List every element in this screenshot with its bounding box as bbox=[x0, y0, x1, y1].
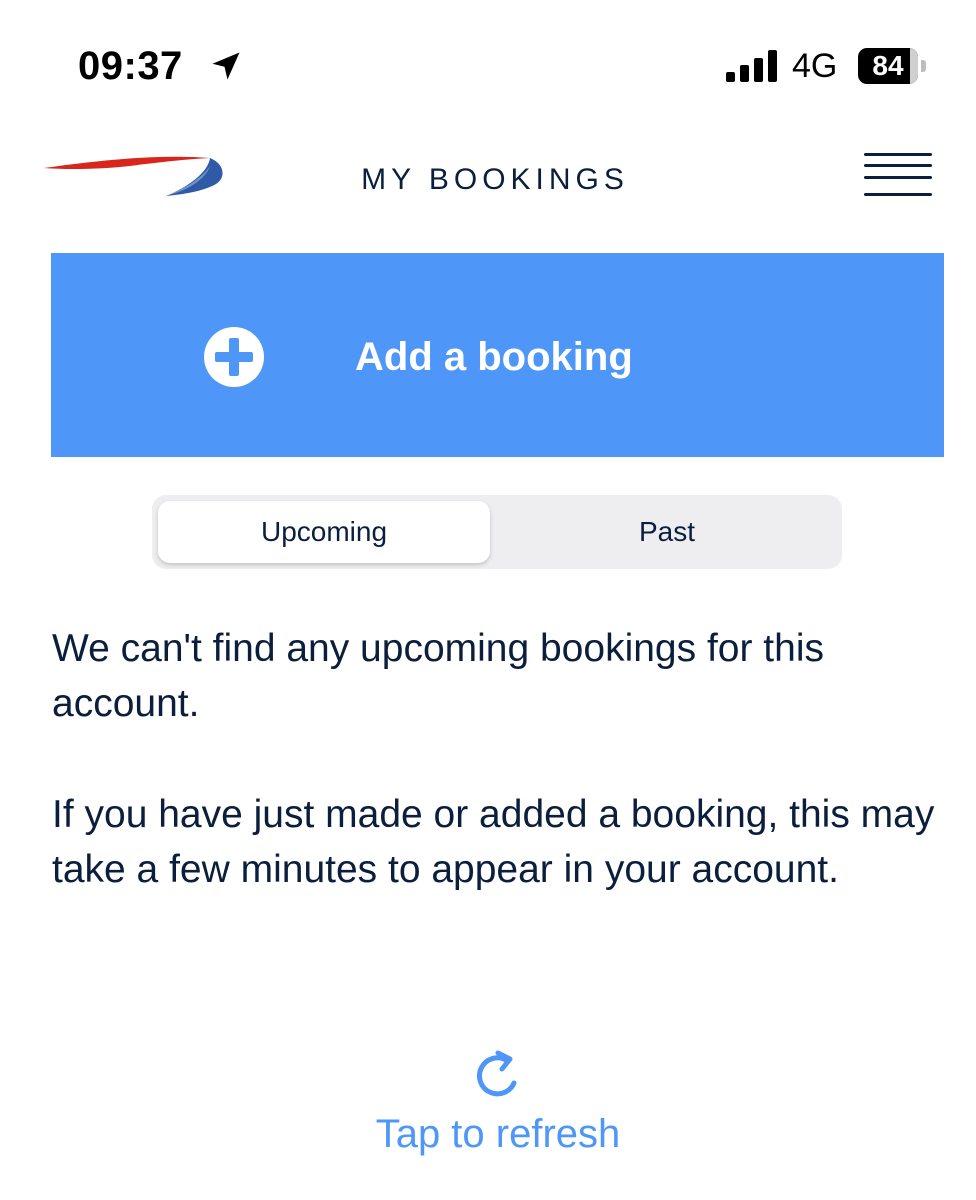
bookings-segmented-control: Upcoming Past bbox=[152, 495, 842, 569]
status-time: 09:37 bbox=[78, 44, 183, 88]
refresh-icon bbox=[477, 1050, 517, 1097]
battery-level: 84 bbox=[872, 50, 904, 81]
app-header: MY BOOKINGS bbox=[0, 140, 976, 220]
battery-indicator: 84 bbox=[858, 48, 928, 84]
refresh-button[interactable]: Tap to refresh bbox=[340, 1040, 656, 1180]
empty-bookings-message: We can't find any upcoming bookings for … bbox=[52, 627, 824, 725]
add-booking-label: Add a booking bbox=[355, 335, 633, 379]
tab-past[interactable]: Past bbox=[498, 501, 836, 563]
location-arrow-icon bbox=[212, 52, 240, 80]
booking-delay-message: If you have just made or added a booking… bbox=[52, 793, 935, 891]
network-type: 4G bbox=[792, 47, 838, 85]
add-booking-button[interactable]: Add a booking bbox=[51, 253, 944, 457]
plus-circle-icon bbox=[204, 327, 264, 387]
menu-button[interactable] bbox=[860, 150, 936, 202]
tab-upcoming[interactable]: Upcoming bbox=[158, 501, 490, 563]
page-title: MY BOOKINGS bbox=[361, 163, 629, 196]
status-bar: 09:37 4G 84 bbox=[0, 0, 976, 130]
battery-icon: 84 bbox=[858, 48, 918, 84]
cellular-signal-icon bbox=[726, 50, 777, 82]
refresh-label: Tap to refresh bbox=[375, 1112, 621, 1156]
